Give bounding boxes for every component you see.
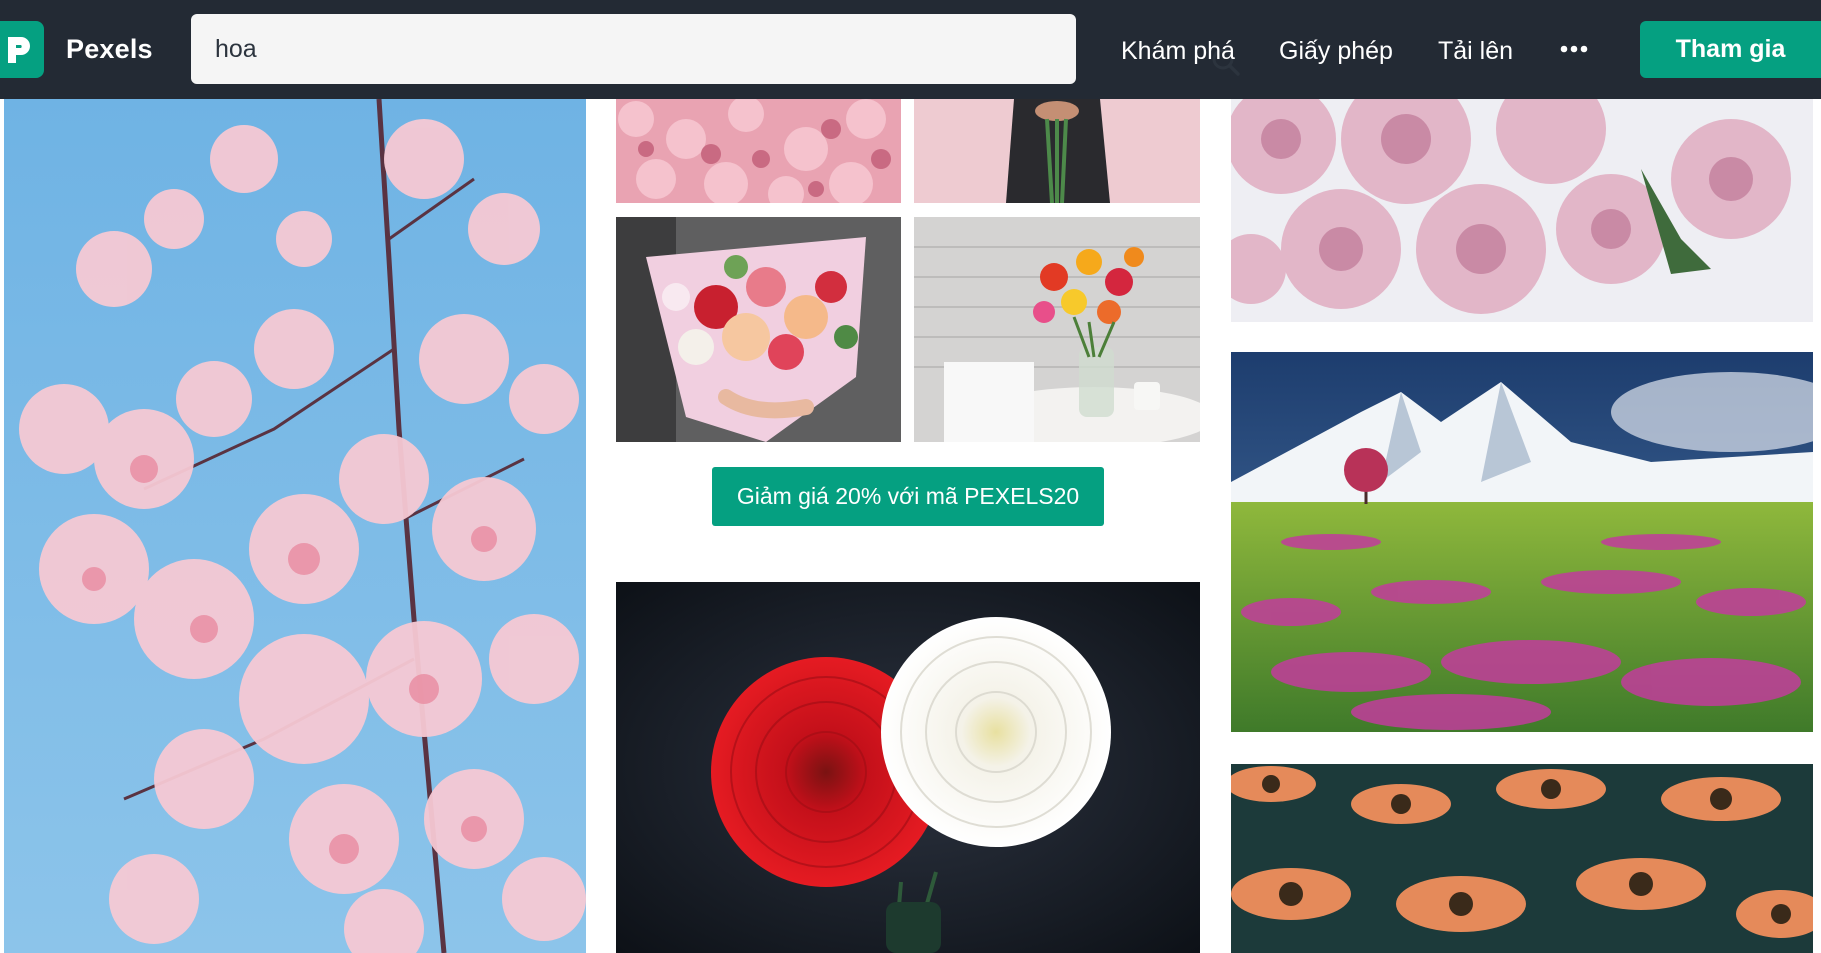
photo-woman-holding-flowers[interactable] [914, 99, 1200, 203]
photo-mountain-flower-field[interactable] [1231, 352, 1813, 732]
top-navbar: Pexels Khám phá Giấy phép Tải lên Tham g… [0, 0, 1821, 99]
nav-upload-link[interactable]: Tải lên [1438, 37, 1513, 66]
photo-cherry-blossom[interactable] [4, 99, 586, 953]
nav-explore-link[interactable]: Khám phá [1121, 37, 1235, 66]
pexels-logo-icon[interactable] [0, 21, 44, 78]
photo-red-and-white-dahlias[interactable] [616, 582, 1200, 953]
photo-flower-vase-on-table[interactable] [914, 217, 1200, 442]
nav-license-link[interactable]: Giấy phép [1279, 37, 1393, 66]
photo-pink-peonies[interactable] [1231, 99, 1813, 322]
more-dots-icon[interactable] [1560, 45, 1588, 53]
brand-name[interactable]: Pexels [66, 34, 153, 65]
photo-orange-daisies[interactable] [1231, 764, 1813, 953]
search-bar[interactable] [191, 14, 1240, 84]
promo-discount-button[interactable]: Giảm giá 20% với mã PEXELS20 [712, 467, 1104, 526]
photo-flower-bouquet[interactable] [616, 217, 901, 442]
photo-pink-flower-wall[interactable] [616, 99, 901, 203]
join-button[interactable]: Tham gia [1640, 21, 1821, 78]
search-input[interactable] [215, 32, 975, 66]
